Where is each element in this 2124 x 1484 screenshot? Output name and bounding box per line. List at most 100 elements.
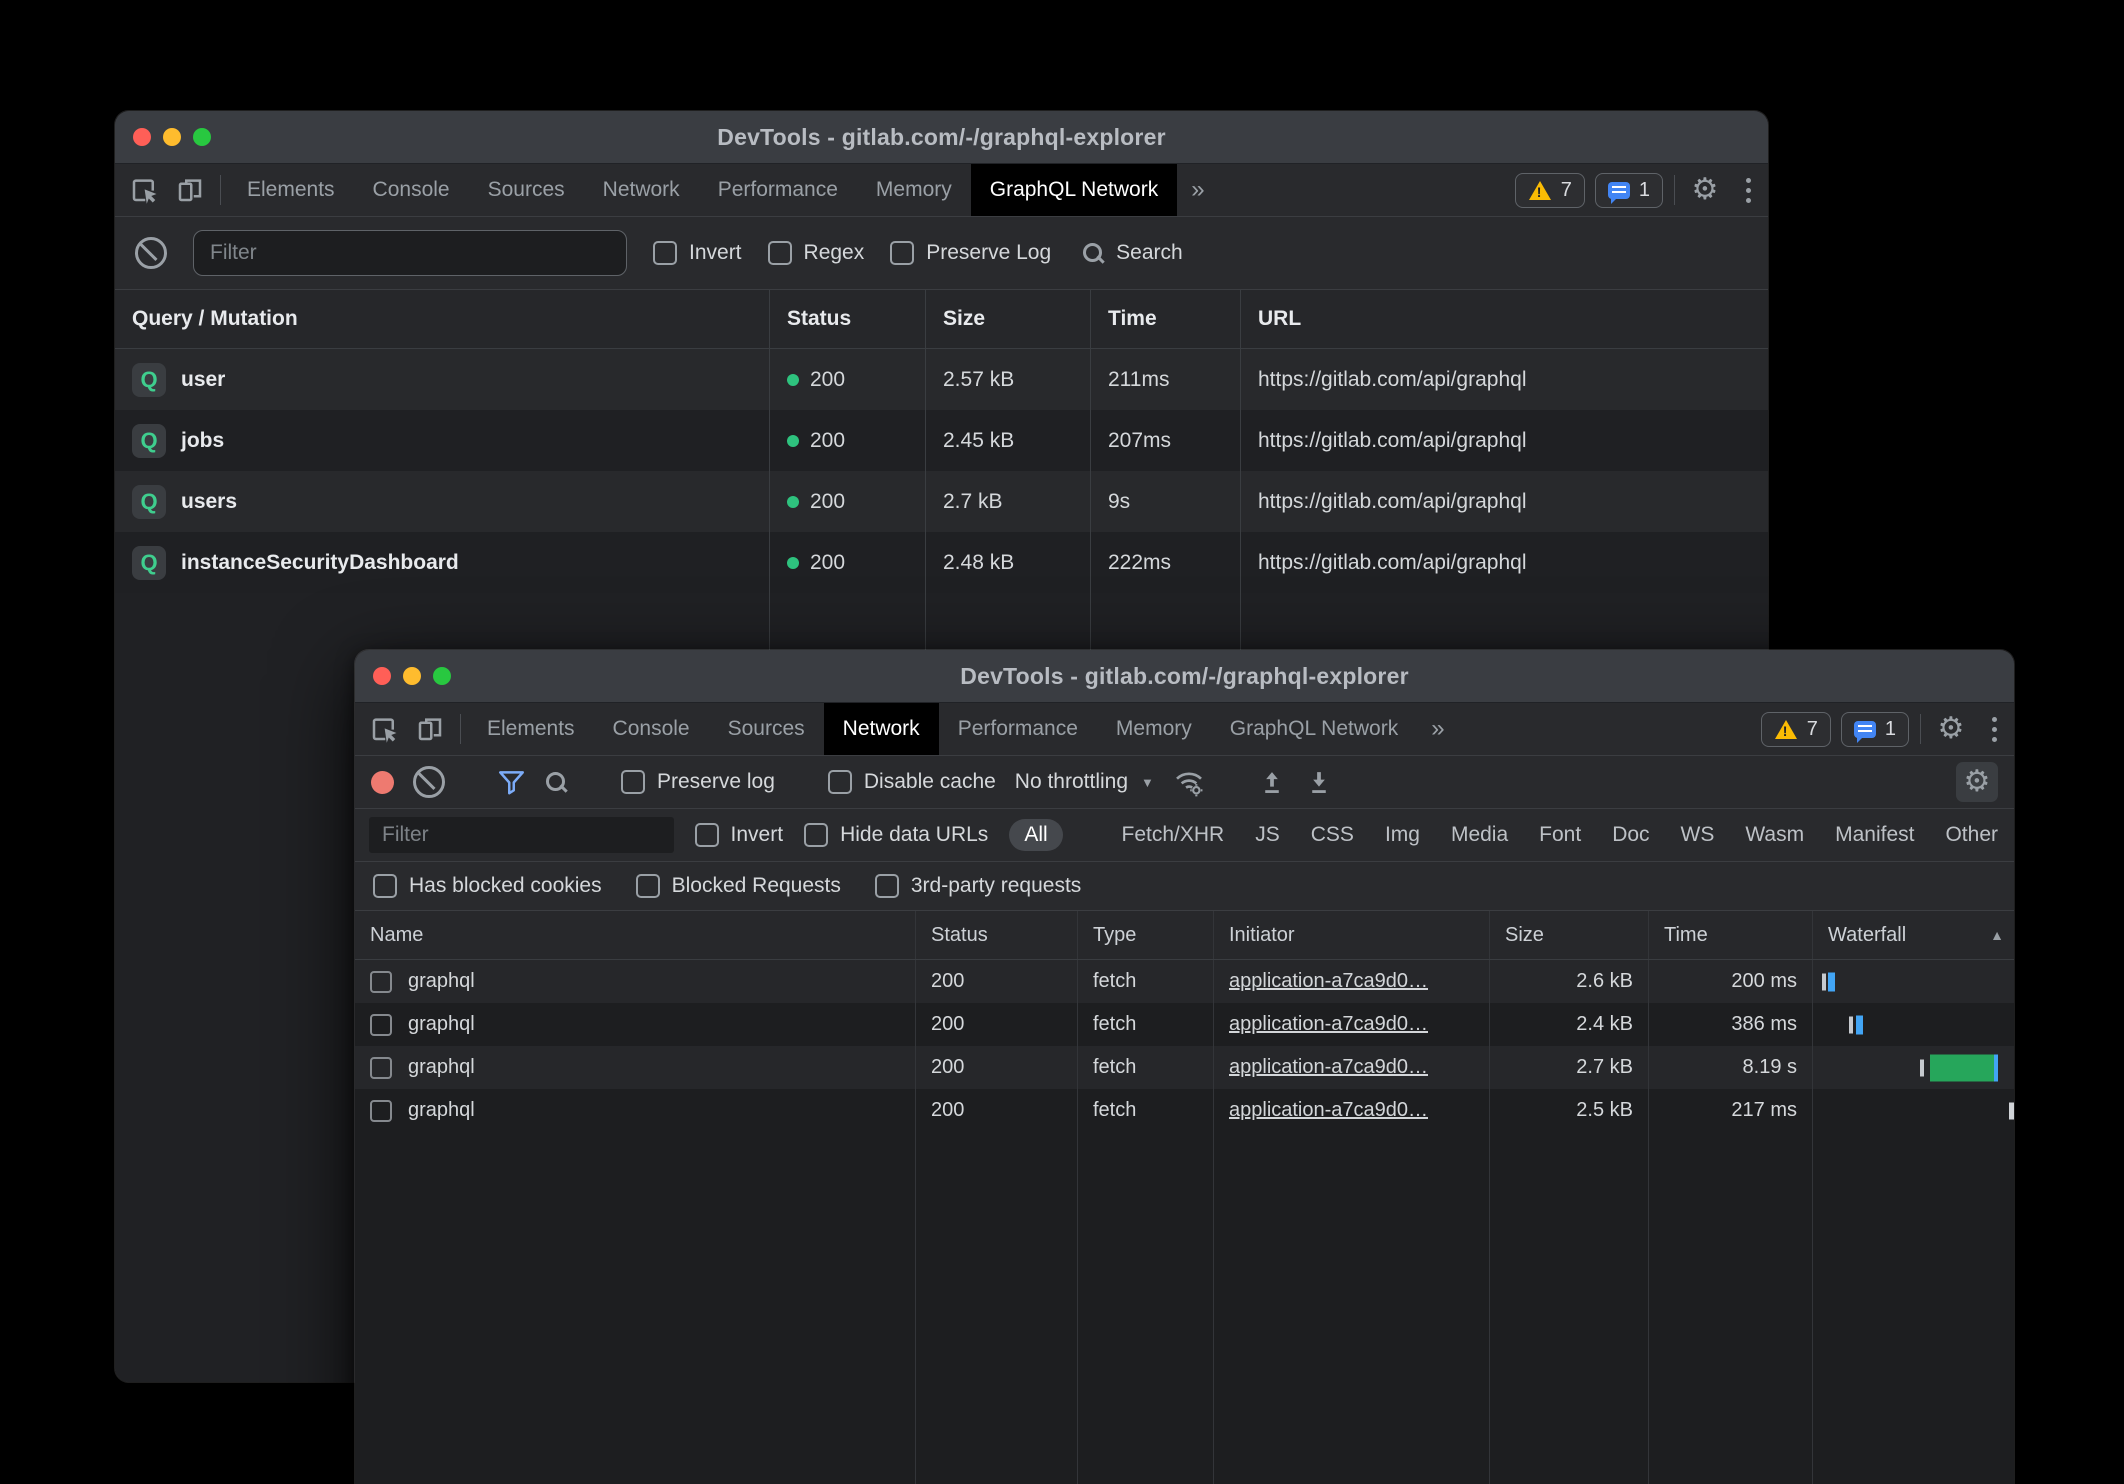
tab-memory[interactable]: Memory [1097,703,1211,755]
minimize-button[interactable] [403,667,421,685]
tab-network[interactable]: Network [584,164,699,216]
query-name: jobs [181,429,224,453]
network-settings-button[interactable]: ⚙ [1956,762,1998,802]
column-header-initiator[interactable]: Initiator [1213,911,1489,959]
table-row[interactable]: Q instanceSecurityDashboard 200 2.48 kB … [115,532,1768,593]
zoom-button[interactable] [193,128,211,146]
tab-elements[interactable]: Elements [468,703,594,755]
disable-cache-checkbox[interactable]: Disable cache [828,770,996,794]
checkbox-label: Invert [731,823,784,847]
table-row[interactable]: graphql 200 fetch application-a7ca9d0… 2… [355,960,2014,1003]
type-filter-manifest[interactable]: Manifest [1833,819,1916,851]
close-button[interactable] [373,667,391,685]
type-filter-js[interactable]: JS [1253,819,1282,851]
blocked-requests-checkbox[interactable]: Blocked Requests [636,874,841,898]
preserve-log-checkbox[interactable]: Preserve Log [890,241,1051,265]
close-button[interactable] [133,128,151,146]
titlebar[interactable]: DevTools - gitlab.com/-/graphql-explorer [115,111,1768,164]
has-blocked-cookies-checkbox[interactable]: Has blocked cookies [373,874,602,898]
messages-badge[interactable]: 1 [1595,173,1663,208]
tab-console[interactable]: Console [594,703,709,755]
type-filter-font[interactable]: Font [1537,819,1583,851]
row-checkbox[interactable] [370,1014,392,1036]
search-button[interactable]: Search [1081,241,1183,265]
export-har-icon[interactable] [1305,768,1333,796]
table-row[interactable]: graphql 200 fetch application-a7ca9d0… 2… [355,1046,2014,1089]
tab-graphql-network[interactable]: GraphQL Network [1211,703,1417,755]
invert-checkbox[interactable]: Invert [653,241,742,265]
kebab-menu-icon[interactable] [1728,164,1768,216]
messages-badge[interactable]: 1 [1841,712,1909,747]
column-header-type[interactable]: Type [1077,911,1213,959]
column-header-name[interactable]: Name [355,911,915,959]
initiator-link[interactable]: application-a7ca9d0… [1229,1056,1428,1079]
tab-graphql-network[interactable]: GraphQL Network [971,164,1177,216]
type-filter-all[interactable]: All [1009,819,1062,851]
type-filter-fetch-xhr[interactable]: Fetch/XHR [1120,819,1227,851]
network-conditions-icon[interactable] [1173,766,1205,798]
tab-network[interactable]: Network [824,703,939,755]
tab-performance[interactable]: Performance [699,164,857,216]
search-icon [1081,241,1105,265]
type-filter-media[interactable]: Media [1449,819,1510,851]
more-tabs-button[interactable]: » [1417,703,1458,755]
titlebar[interactable]: DevTools - gitlab.com/-/graphql-explorer [355,650,2014,703]
filter-input[interactable] [369,817,674,853]
inspect-element-icon[interactable] [121,164,167,216]
table-row[interactable]: Q users 200 2.7 kB 9s https://gitlab.com… [115,471,1768,532]
filter-funnel-icon[interactable] [498,770,525,795]
tab-sources[interactable]: Sources [709,703,824,755]
regex-checkbox[interactable]: Regex [768,241,865,265]
type-filter-ws[interactable]: WS [1679,819,1717,851]
tab-sources[interactable]: Sources [469,164,584,216]
third-party-requests-checkbox[interactable]: 3rd-party requests [875,874,1081,898]
tab-performance[interactable]: Performance [939,703,1097,755]
tab-memory[interactable]: Memory [857,164,971,216]
initiator-link[interactable]: application-a7ca9d0… [1229,1099,1428,1122]
invert-checkbox[interactable]: Invert [695,823,784,847]
separator [1674,175,1675,205]
throttling-dropdown[interactable]: No throttling ▼ [1015,770,1154,794]
table-row[interactable]: Q jobs 200 2.45 kB 207ms https://gitlab.… [115,410,1768,471]
more-tabs-button[interactable]: » [1177,164,1218,216]
row-checkbox[interactable] [370,1100,392,1122]
minimize-button[interactable] [163,128,181,146]
warnings-badge[interactable]: 7 [1515,173,1585,208]
table-row[interactable]: graphql 200 fetch application-a7ca9d0… 2… [355,1003,2014,1046]
initiator-link[interactable]: application-a7ca9d0… [1229,1013,1428,1036]
settings-gear-icon[interactable]: ⚙ [1928,703,1974,755]
table-row[interactable]: Q user 200 2.57 kB 211ms https://gitlab.… [115,349,1768,410]
type-filter-wasm[interactable]: Wasm [1743,819,1806,851]
type-filter-css[interactable]: CSS [1309,819,1356,851]
hide-data-urls-checkbox[interactable]: Hide data URLs [804,823,988,847]
type-filter-img[interactable]: Img [1383,819,1422,851]
kebab-menu-icon[interactable] [1974,703,2014,755]
clear-icon[interactable] [413,766,445,798]
warnings-badge[interactable]: 7 [1761,712,1831,747]
filter-input[interactable] [193,230,627,276]
initiator-link[interactable]: application-a7ca9d0… [1229,970,1428,993]
record-icon[interactable] [371,771,394,794]
search-icon[interactable] [544,770,568,794]
column-header-waterfall[interactable]: Waterfall ▲ [1812,911,2014,959]
column-header-status[interactable]: Status [915,911,1077,959]
device-toolbar-icon[interactable] [167,164,213,216]
tab-console[interactable]: Console [354,164,469,216]
row-checkbox[interactable] [370,971,392,993]
type-filter-other[interactable]: Other [1943,819,2000,851]
message-icon [1854,721,1876,738]
settings-gear-icon[interactable]: ⚙ [1682,164,1728,216]
device-toolbar-icon[interactable] [407,703,453,755]
zoom-button[interactable] [433,667,451,685]
preserve-log-checkbox[interactable]: Preserve log [621,770,775,794]
tab-elements[interactable]: Elements [228,164,354,216]
name-cell: graphql [355,1003,915,1046]
table-row[interactable]: graphql 200 fetch application-a7ca9d0… 2… [355,1089,2014,1132]
clear-icon[interactable] [135,237,167,269]
inspect-element-icon[interactable] [361,703,407,755]
column-header-time[interactable]: Time [1648,911,1812,959]
row-checkbox[interactable] [370,1057,392,1079]
type-filter-doc[interactable]: Doc [1610,819,1651,851]
column-header-size[interactable]: Size [1489,911,1648,959]
import-har-icon[interactable] [1258,768,1286,796]
